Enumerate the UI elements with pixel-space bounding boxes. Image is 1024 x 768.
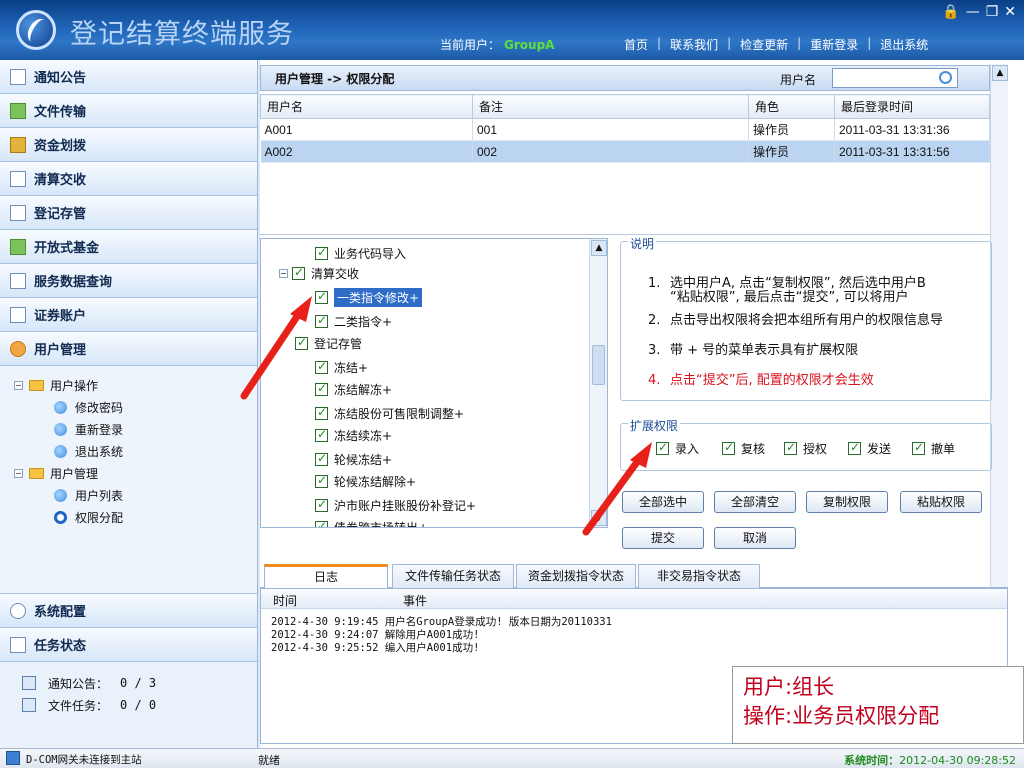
network-icon	[6, 751, 20, 765]
arrow-icon	[240, 296, 312, 400]
system-time: 系统时间：2012-04-30 09:28:52	[844, 754, 1016, 767]
status-bar: D-COM网关未连接到主站 就绪 系统时间：2012-04-30 09:28:5…	[0, 748, 1024, 768]
connection-status: D-COM网关未连接到主站	[26, 754, 142, 766]
annotation-arrows	[240, 296, 652, 536]
ready-status: 就绪	[258, 754, 280, 767]
arrow-icon	[582, 442, 652, 536]
